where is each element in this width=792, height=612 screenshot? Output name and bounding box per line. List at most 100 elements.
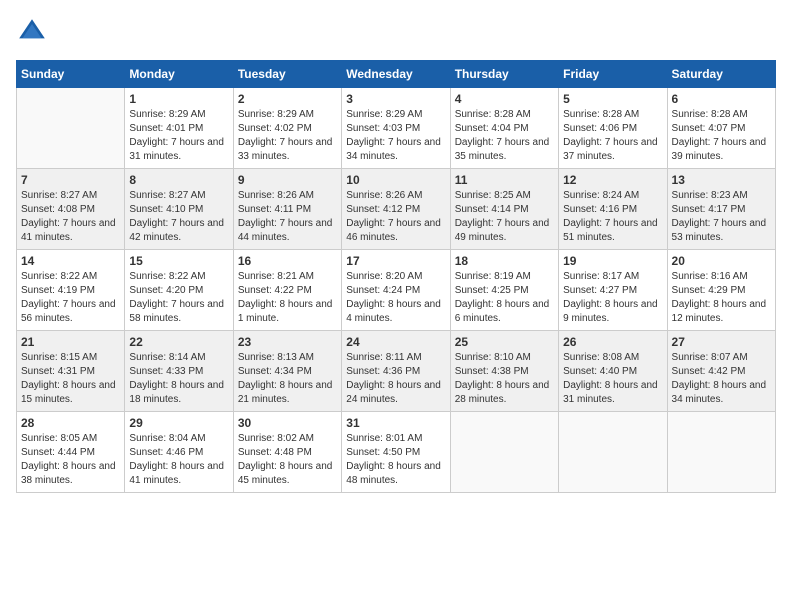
day-number: 28 (21, 416, 120, 430)
calendar-cell: 24 Sunrise: 8:11 AMSunset: 4:36 PMDayligh… (342, 331, 450, 412)
calendar-cell: 14 Sunrise: 8:22 AMSunset: 4:19 PMDayligh… (17, 250, 125, 331)
calendar-cell: 17 Sunrise: 8:20 AMSunset: 4:24 PMDayligh… (342, 250, 450, 331)
day-number: 12 (563, 173, 662, 187)
day-info: Sunrise: 8:08 AMSunset: 4:40 PMDaylight:… (563, 351, 662, 407)
calendar-cell: 25Sunrise: 8:10 AMSunset: 4:38 PMDayligh… (450, 331, 558, 412)
calendar-cell: 28 Sunrise: 8:05 AMSunset: 4:44 PMDayligh… (17, 412, 125, 493)
day-info: Sunrise: 8:02 AMSunset: 4:48 PMDaylight:… (238, 432, 337, 488)
day-number: 3 (346, 92, 445, 106)
day-info: Sunrise: 8:22 AMSunset: 4:19 PMDaylight:… (21, 270, 120, 326)
day-number: 2 (238, 92, 337, 106)
calendar-cell: 21Sunrise: 8:15 AMSunset: 4:31 PMDayligh… (17, 331, 125, 412)
day-info: Sunrise: 8:01 AMSunset: 4:50 PMDaylight:… (346, 432, 445, 488)
day-of-week-header: Saturday (667, 61, 775, 88)
day-number: 22 (129, 335, 228, 349)
day-number: 11 (455, 173, 554, 187)
calendar-cell: 19 Sunrise: 8:17 AMSunset: 4:27 PMDayligh… (559, 250, 667, 331)
calendar-cell (559, 412, 667, 493)
day-info: Sunrise: 8:28 AMSunset: 4:07 PMDaylight:… (672, 108, 771, 164)
calendar-cell: 15 Sunrise: 8:22 AMSunset: 4:20 PMDayligh… (125, 250, 233, 331)
day-number: 1 (129, 92, 228, 106)
day-info: Sunrise: 8:26 AMSunset: 4:12 PMDaylight:… (346, 189, 445, 245)
calendar-cell: 23 Sunrise: 8:13 AMSunset: 4:34 PMDayligh… (233, 331, 341, 412)
day-info: Sunrise: 8:13 AMSunset: 4:34 PMDaylight:… (238, 351, 337, 407)
calendar-cell: 27 Sunrise: 8:07 AMSunset: 4:42 PMDayligh… (667, 331, 775, 412)
calendar-week-row: 7 Sunrise: 8:27 AMSunset: 4:08 PMDaylight… (17, 169, 776, 250)
day-number: 14 (21, 254, 120, 268)
calendar-week-row: 28 Sunrise: 8:05 AMSunset: 4:44 PMDayligh… (17, 412, 776, 493)
day-info: Sunrise: 8:04 AMSunset: 4:46 PMDaylight:… (129, 432, 228, 488)
day-number: 31 (346, 416, 445, 430)
day-number: 19 (563, 254, 662, 268)
day-info: Sunrise: 8:28 AMSunset: 4:06 PMDaylight:… (563, 108, 662, 164)
calendar-header-row: SundayMondayTuesdayWednesdayThursdayFrid… (17, 61, 776, 88)
day-of-week-header: Thursday (450, 61, 558, 88)
day-info: Sunrise: 8:17 AMSunset: 4:27 PMDaylight:… (563, 270, 662, 326)
day-of-week-header: Friday (559, 61, 667, 88)
calendar-cell: 9 Sunrise: 8:26 AMSunset: 4:11 PMDaylight… (233, 169, 341, 250)
logo-icon (16, 16, 48, 48)
day-info: Sunrise: 8:23 AMSunset: 4:17 PMDaylight:… (672, 189, 771, 245)
day-number: 18 (455, 254, 554, 268)
day-number: 10 (346, 173, 445, 187)
day-number: 15 (129, 254, 228, 268)
calendar-cell: 16 Sunrise: 8:21 AMSunset: 4:22 PMDayligh… (233, 250, 341, 331)
day-number: 23 (238, 335, 337, 349)
calendar-cell: 4 Sunrise: 8:28 AMSunset: 4:04 PMDaylight… (450, 88, 558, 169)
day-info: Sunrise: 8:07 AMSunset: 4:42 PMDaylight:… (672, 351, 771, 407)
day-info: Sunrise: 8:29 AMSunset: 4:01 PMDaylight:… (129, 108, 228, 164)
day-info: Sunrise: 8:15 AMSunset: 4:31 PMDaylight:… (21, 351, 120, 407)
day-number: 6 (672, 92, 771, 106)
calendar-cell: 12Sunrise: 8:24 AMSunset: 4:16 PMDayligh… (559, 169, 667, 250)
calendar-cell (667, 412, 775, 493)
day-info: Sunrise: 8:11 AMSunset: 4:36 PMDaylight:… (346, 351, 445, 407)
day-number: 7 (21, 173, 120, 187)
day-of-week-header: Tuesday (233, 61, 341, 88)
day-number: 26 (563, 335, 662, 349)
calendar-cell: 11 Sunrise: 8:25 AMSunset: 4:14 PMDayligh… (450, 169, 558, 250)
day-number: 24 (346, 335, 445, 349)
calendar-cell: 6 Sunrise: 8:28 AMSunset: 4:07 PMDaylight… (667, 88, 775, 169)
calendar-cell (17, 88, 125, 169)
day-info: Sunrise: 8:20 AMSunset: 4:24 PMDaylight:… (346, 270, 445, 326)
day-info: Sunrise: 8:16 AMSunset: 4:29 PMDaylight:… (672, 270, 771, 326)
day-info: Sunrise: 8:25 AMSunset: 4:14 PMDaylight:… (455, 189, 554, 245)
day-info: Sunrise: 8:21 AMSunset: 4:22 PMDaylight:… (238, 270, 337, 326)
calendar-cell: 30Sunrise: 8:02 AMSunset: 4:48 PMDayligh… (233, 412, 341, 493)
page-header (16, 16, 776, 48)
calendar-cell: 8Sunrise: 8:27 AMSunset: 4:10 PMDaylight… (125, 169, 233, 250)
day-of-week-header: Wednesday (342, 61, 450, 88)
day-number: 4 (455, 92, 554, 106)
calendar-cell: 20 Sunrise: 8:16 AMSunset: 4:29 PMDayligh… (667, 250, 775, 331)
calendar-cell: 26 Sunrise: 8:08 AMSunset: 4:40 PMDayligh… (559, 331, 667, 412)
calendar-cell: 22 Sunrise: 8:14 AMSunset: 4:33 PMDayligh… (125, 331, 233, 412)
day-number: 5 (563, 92, 662, 106)
calendar-cell: 3 Sunrise: 8:29 AMSunset: 4:03 PMDaylight… (342, 88, 450, 169)
day-info: Sunrise: 8:29 AMSunset: 4:02 PMDaylight:… (238, 108, 337, 164)
day-number: 16 (238, 254, 337, 268)
calendar-cell: 5 Sunrise: 8:28 AMSunset: 4:06 PMDaylight… (559, 88, 667, 169)
calendar-cell: 29 Sunrise: 8:04 AMSunset: 4:46 PMDayligh… (125, 412, 233, 493)
day-number: 25 (455, 335, 554, 349)
day-number: 29 (129, 416, 228, 430)
day-number: 20 (672, 254, 771, 268)
calendar-cell: 31 Sunrise: 8:01 AMSunset: 4:50 PMDayligh… (342, 412, 450, 493)
calendar-cell: 13 Sunrise: 8:23 AMSunset: 4:17 PMDayligh… (667, 169, 775, 250)
calendar-table: SundayMondayTuesdayWednesdayThursdayFrid… (16, 60, 776, 493)
day-info: Sunrise: 8:27 AMSunset: 4:08 PMDaylight:… (21, 189, 120, 245)
day-number: 9 (238, 173, 337, 187)
day-info: Sunrise: 8:05 AMSunset: 4:44 PMDaylight:… (21, 432, 120, 488)
day-info: Sunrise: 8:26 AMSunset: 4:11 PMDaylight:… (238, 189, 337, 245)
day-number: 17 (346, 254, 445, 268)
day-of-week-header: Sunday (17, 61, 125, 88)
calendar-cell: 10 Sunrise: 8:26 AMSunset: 4:12 PMDayligh… (342, 169, 450, 250)
day-info: Sunrise: 8:28 AMSunset: 4:04 PMDaylight:… (455, 108, 554, 164)
day-info: Sunrise: 8:14 AMSunset: 4:33 PMDaylight:… (129, 351, 228, 407)
day-number: 13 (672, 173, 771, 187)
day-info: Sunrise: 8:22 AMSunset: 4:20 PMDaylight:… (129, 270, 228, 326)
calendar-cell: 7 Sunrise: 8:27 AMSunset: 4:08 PMDaylight… (17, 169, 125, 250)
calendar-cell: 18Sunrise: 8:19 AMSunset: 4:25 PMDayligh… (450, 250, 558, 331)
day-number: 27 (672, 335, 771, 349)
calendar-cell: 1 Sunrise: 8:29 AMSunset: 4:01 PMDaylight… (125, 88, 233, 169)
day-info: Sunrise: 8:29 AMSunset: 4:03 PMDaylight:… (346, 108, 445, 164)
